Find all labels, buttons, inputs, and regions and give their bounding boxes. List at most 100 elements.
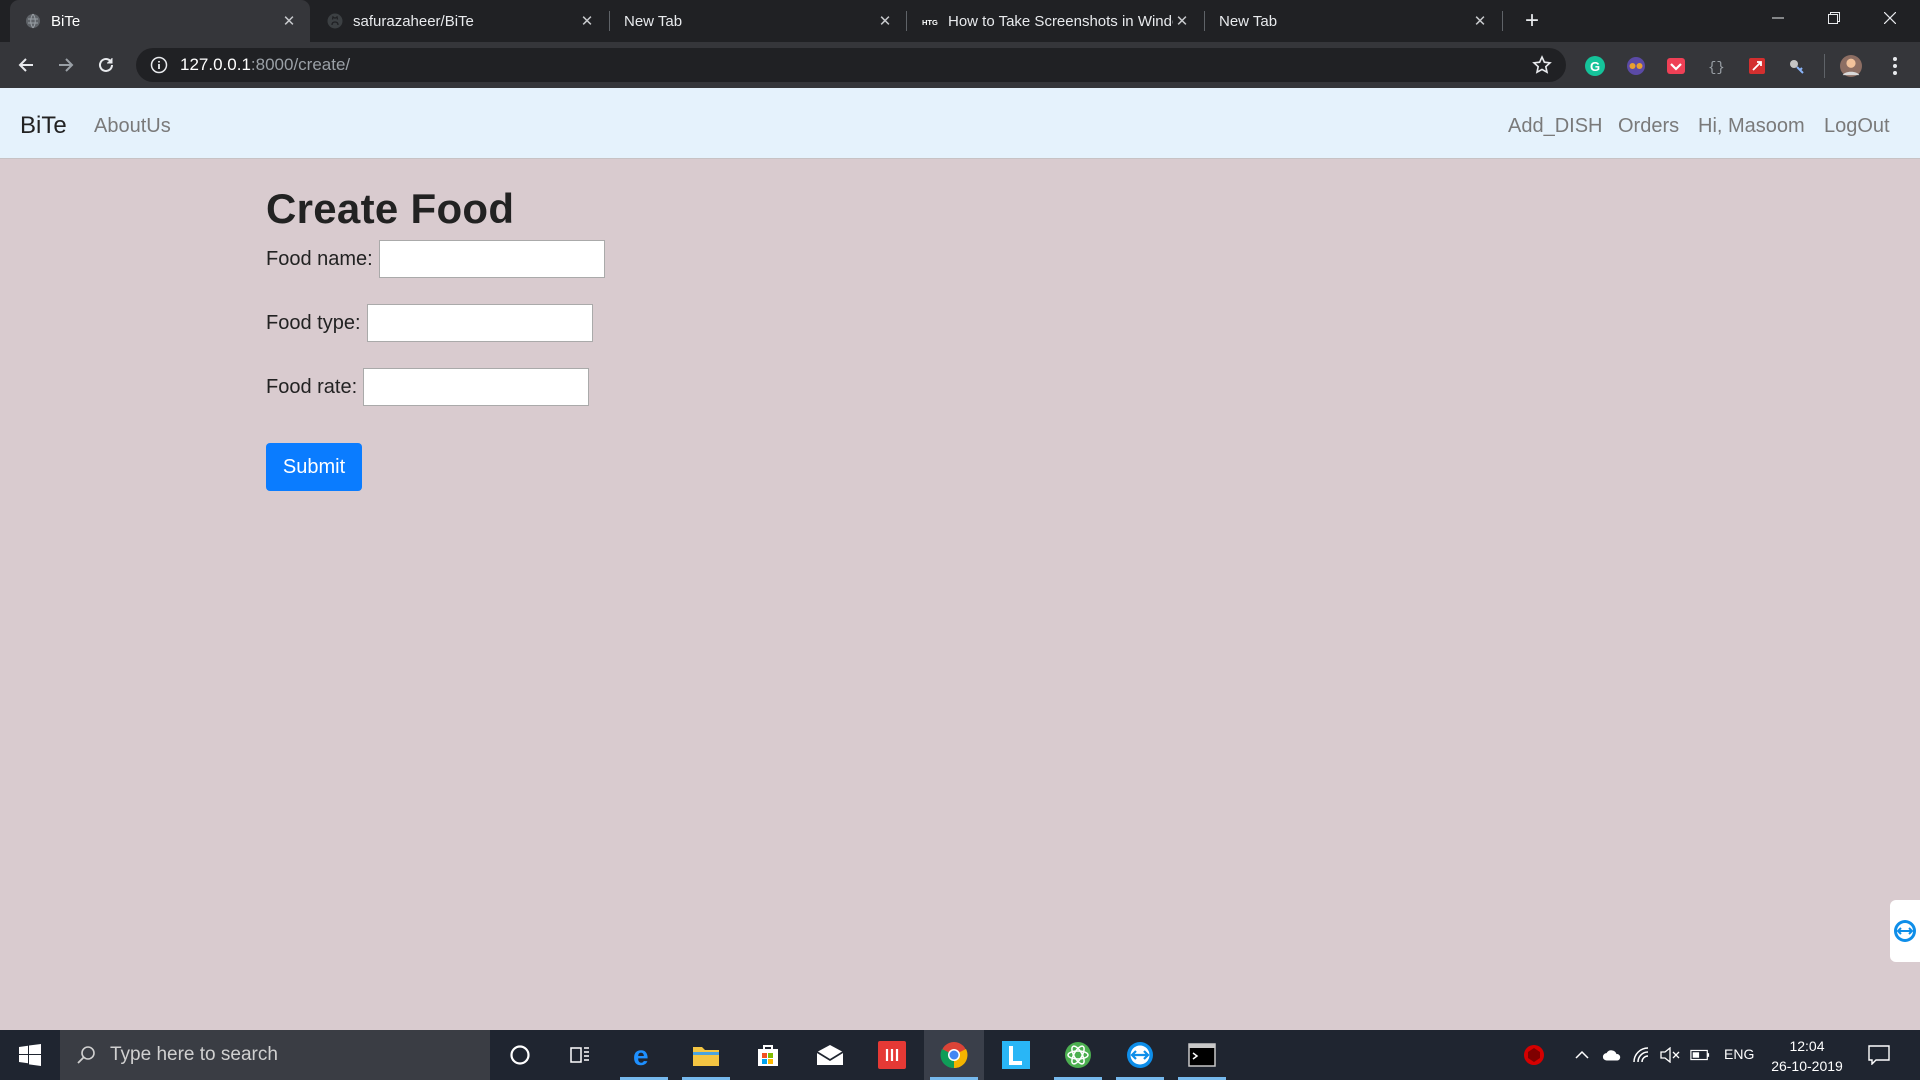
- close-icon: [1884, 12, 1896, 24]
- clock-date: 26-10-2019: [1771, 1058, 1843, 1074]
- new-tab-button[interactable]: +: [1519, 7, 1545, 34]
- browser-tab-strip: BiTe ✕ safurazaheer/BiTe ✕ New Tab ✕ HTG…: [0, 0, 1920, 42]
- battery-icon[interactable]: [1690, 1045, 1710, 1065]
- l-app-icon: [1002, 1041, 1030, 1069]
- nav-link-logout[interactable]: LogOut: [1824, 115, 1890, 138]
- taskbar-search-box[interactable]: Type here to search: [60, 1030, 490, 1080]
- task-view-button[interactable]: [550, 1030, 610, 1080]
- close-icon[interactable]: ✕: [1173, 12, 1191, 30]
- back-arrow-icon: [18, 58, 33, 72]
- back-button[interactable]: [10, 49, 42, 81]
- food-name-row: Food name:: [266, 240, 605, 278]
- notification-icon: [1868, 1045, 1890, 1065]
- forward-button[interactable]: [50, 49, 82, 81]
- search-icon: [77, 1046, 95, 1064]
- glasses-extension-icon[interactable]: [1625, 55, 1647, 77]
- edge-taskbar-button[interactable]: e: [614, 1030, 674, 1080]
- teamviewer-side-widget[interactable]: [1890, 900, 1920, 962]
- minimize-button[interactable]: [1750, 0, 1806, 36]
- rocket-extension-icon[interactable]: [1746, 55, 1768, 77]
- windows-logo-icon: [19, 1044, 41, 1066]
- antivirus-tray-icon[interactable]: [1522, 1043, 1546, 1067]
- l-app-taskbar-button[interactable]: [986, 1030, 1046, 1080]
- nav-link-user-greeting[interactable]: Hi, Masoom: [1698, 115, 1805, 138]
- svg-text:{}: {}: [1708, 60, 1725, 76]
- nav-link-aboutus[interactable]: AboutUs: [94, 115, 171, 138]
- food-name-label: Food name:: [266, 247, 373, 270]
- bookmark-star-icon[interactable]: [1532, 55, 1552, 75]
- atom-icon: [1065, 1042, 1091, 1068]
- svg-text:e: e: [633, 1041, 649, 1069]
- food-type-row: Food type:: [266, 304, 593, 342]
- file-explorer-taskbar-button[interactable]: [676, 1030, 736, 1080]
- close-icon[interactable]: ✕: [280, 12, 298, 30]
- minimize-icon: [1772, 17, 1784, 19]
- terminal-icon: [1188, 1043, 1216, 1067]
- terminal-taskbar-button[interactable]: [1172, 1030, 1232, 1080]
- cortana-button[interactable]: [490, 1030, 550, 1080]
- nav-link-orders[interactable]: Orders: [1618, 115, 1679, 138]
- address-bar[interactable]: 127.0.0.1:8000/create/: [136, 48, 1566, 82]
- tab-bite[interactable]: BiTe ✕: [10, 0, 310, 42]
- mail-taskbar-button[interactable]: [800, 1030, 860, 1080]
- food-rate-label: Food rate:: [266, 375, 358, 398]
- tab-htg[interactable]: HTG How to Take Screenshots in Windo ✕: [907, 0, 1203, 42]
- restore-icon: [1828, 12, 1840, 24]
- web-page: BiTe AboutUs Add_DISH Orders Hi, Masoom …: [0, 88, 1920, 1030]
- url-host: 127.0.0.1: [180, 55, 251, 74]
- submit-button[interactable]: Submit: [266, 443, 362, 491]
- food-rate-input[interactable]: [363, 368, 590, 406]
- reload-button[interactable]: [90, 49, 122, 81]
- taskbar-clock[interactable]: 12:04 26-10-2019: [1762, 1036, 1852, 1076]
- onedrive-cloud-icon[interactable]: [1602, 1045, 1622, 1065]
- restore-button[interactable]: [1806, 0, 1862, 36]
- search-placeholder: Type here to search: [110, 1044, 278, 1065]
- red-app-icon: [878, 1041, 906, 1069]
- volume-muted-icon[interactable]: [1660, 1045, 1680, 1065]
- red-app-taskbar-button[interactable]: [862, 1030, 922, 1080]
- language-indicator[interactable]: ENG: [1724, 1046, 1754, 1062]
- chrome-menu-icon[interactable]: [1884, 55, 1906, 77]
- tab-new-tab-2[interactable]: New Tab ✕: [1205, 0, 1501, 42]
- store-bag-icon: [758, 1045, 778, 1066]
- key-extension-icon[interactable]: [1786, 55, 1808, 77]
- teamviewer-icon: [1127, 1042, 1153, 1068]
- start-button[interactable]: [0, 1030, 60, 1080]
- action-center-button[interactable]: [1866, 1042, 1892, 1068]
- profile-avatar[interactable]: [1840, 55, 1862, 77]
- chrome-taskbar-button[interactable]: [924, 1030, 984, 1080]
- tab-separator: [1502, 11, 1503, 31]
- pocket-icon[interactable]: [1665, 55, 1687, 77]
- close-icon[interactable]: ✕: [876, 12, 894, 30]
- teamviewer-icon: [1894, 920, 1916, 942]
- close-icon[interactable]: ✕: [578, 12, 596, 30]
- close-icon[interactable]: ✕: [1471, 12, 1489, 30]
- page-title: Create Food: [266, 185, 515, 232]
- food-type-input[interactable]: [366, 304, 593, 342]
- browser-toolbar: 127.0.0.1:8000/create/ G {}: [0, 42, 1920, 88]
- chrome-icon: [940, 1042, 968, 1069]
- nav-link-add-dish[interactable]: Add_DISH: [1508, 115, 1603, 138]
- tab-title: How to Take Screenshots in Windo: [948, 12, 1173, 30]
- food-type-label: Food type:: [266, 311, 361, 334]
- chevron-up-icon[interactable]: [1572, 1045, 1592, 1065]
- tab-title: safurazaheer/BiTe: [353, 12, 474, 30]
- grammarly-icon[interactable]: G: [1584, 55, 1606, 77]
- cortana-circle-icon: [510, 1045, 530, 1065]
- teamviewer-taskbar-button[interactable]: [1110, 1030, 1170, 1080]
- food-name-input[interactable]: [378, 240, 605, 278]
- store-taskbar-button[interactable]: [738, 1030, 798, 1080]
- info-icon[interactable]: [150, 56, 168, 74]
- json-braces-icon[interactable]: {}: [1705, 55, 1727, 77]
- wifi-icon[interactable]: [1632, 1045, 1652, 1065]
- htg-icon: HTG: [921, 13, 938, 30]
- forward-arrow-icon: [59, 58, 74, 72]
- tab-github[interactable]: safurazaheer/BiTe ✕: [312, 0, 608, 42]
- windows-taskbar: Type here to search e ENG 12:04 26-10-20…: [0, 1030, 1920, 1080]
- create-food-form: Create Food Food name: Food type: Food r…: [266, 185, 605, 491]
- site-brand[interactable]: BiTe: [20, 112, 67, 140]
- tab-new-tab[interactable]: New Tab ✕: [610, 0, 906, 42]
- close-window-button[interactable]: [1862, 0, 1918, 36]
- github-icon: [326, 13, 343, 30]
- atom-taskbar-button[interactable]: [1048, 1030, 1108, 1080]
